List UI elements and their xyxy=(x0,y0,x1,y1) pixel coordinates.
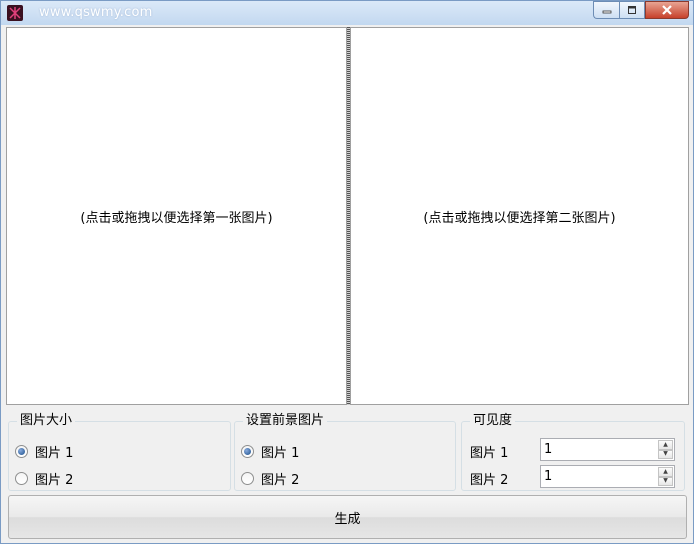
size-option-2[interactable]: 图片 2 xyxy=(15,469,73,488)
close-icon xyxy=(662,5,672,15)
spin-up-icon[interactable]: ▲ xyxy=(658,467,673,477)
foreground-image-group: 设置前景图片 图片 1 图片 2 xyxy=(234,413,456,491)
visibility-spinbox-2[interactable]: ▲ ▼ xyxy=(540,465,675,488)
size-option-2-label: 图片 2 xyxy=(35,473,74,488)
foreground-option-1[interactable]: 图片 1 xyxy=(241,442,299,461)
window-title: www.qswmy.com xyxy=(39,5,153,20)
maximize-icon xyxy=(628,6,636,14)
minimize-icon xyxy=(602,10,611,14)
visibility-input-1[interactable] xyxy=(541,439,655,460)
image-size-group: 图片大小 图片 1 图片 2 xyxy=(8,413,231,491)
generate-button[interactable]: 生成 xyxy=(8,495,687,539)
foreground-option-2-label: 图片 2 xyxy=(261,473,300,488)
first-image-hint: (点击或拖拽以便选择第一张图片) xyxy=(80,210,273,226)
image-pane-second[interactable]: (点击或拖拽以便选择第二张图片) xyxy=(350,27,689,405)
spin-down-icon[interactable]: ▼ xyxy=(658,449,673,459)
radio-button[interactable] xyxy=(15,445,28,458)
visibility-label-2: 图片 2 xyxy=(470,473,509,488)
minimize-button[interactable] xyxy=(593,1,619,19)
visibility-label-1: 图片 1 xyxy=(470,446,509,461)
second-image-hint: (点击或拖拽以便选择第二张图片) xyxy=(423,210,616,226)
radio-button[interactable] xyxy=(241,445,254,458)
visibility-group-title: 可见度 xyxy=(470,413,516,429)
title-bar[interactable]: www.qswmy.com xyxy=(1,1,693,25)
size-option-1-label: 图片 1 xyxy=(35,446,74,461)
radio-button[interactable] xyxy=(15,472,28,485)
close-button[interactable] xyxy=(645,1,689,19)
spin-up-icon[interactable]: ▲ xyxy=(658,440,673,450)
window-controls xyxy=(593,1,689,19)
visibility-group: 可见度 图片 1 ▲ ▼ 图片 2 ▲ ▼ xyxy=(461,413,685,491)
visibility-input-2[interactable] xyxy=(541,466,655,487)
client-area: (点击或拖拽以便选择第一张图片) (点击或拖拽以便选择第二张图片) 图片大小 图… xyxy=(6,27,689,541)
maximize-button[interactable] xyxy=(619,1,645,19)
foreground-option-2[interactable]: 图片 2 xyxy=(241,469,299,488)
spin-buttons: ▲ ▼ xyxy=(658,440,673,459)
foreground-option-1-label: 图片 1 xyxy=(261,446,300,461)
foreground-group-title: 设置前景图片 xyxy=(243,413,328,429)
visibility-spinbox-1[interactable]: ▲ ▼ xyxy=(540,438,675,461)
app-logo-icon xyxy=(7,5,23,21)
image-pane-first[interactable]: (点击或拖拽以便选择第一张图片) xyxy=(6,27,347,405)
image-size-group-title: 图片大小 xyxy=(17,413,76,429)
size-option-1[interactable]: 图片 1 xyxy=(15,442,73,461)
radio-button[interactable] xyxy=(241,472,254,485)
spin-down-icon[interactable]: ▼ xyxy=(658,476,673,486)
spin-buttons: ▲ ▼ xyxy=(658,467,673,486)
app-window: www.qswmy.com (点击或拖拽以便选择第一张图片) (点击或拖拽以便选… xyxy=(0,0,694,544)
